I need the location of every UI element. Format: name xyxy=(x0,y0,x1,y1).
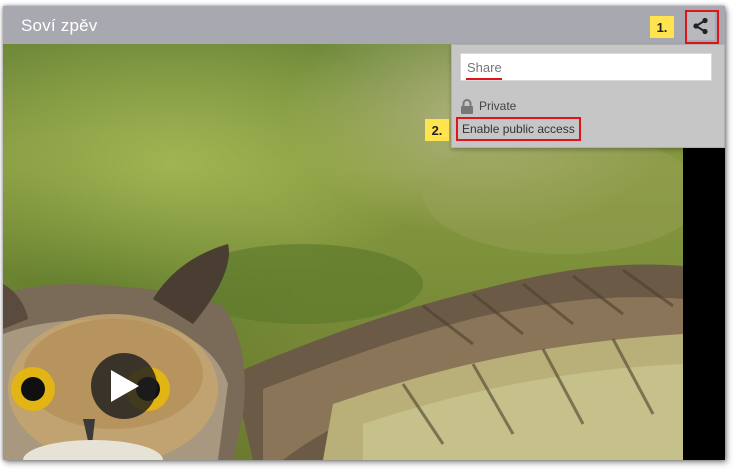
app-window: Soví zpěv 1. Share Private Enable public… xyxy=(3,6,725,460)
play-icon xyxy=(111,370,139,402)
title-bar: Soví zpěv xyxy=(3,6,725,44)
play-button[interactable] xyxy=(91,353,157,419)
privacy-status: Private xyxy=(460,98,516,114)
share-button[interactable] xyxy=(687,12,715,40)
step-badge-1: 1. xyxy=(650,16,674,38)
page-title: Soví zpěv xyxy=(21,16,98,35)
share-dropdown: Private Enable public access xyxy=(451,44,725,148)
step-badge-2: 2. xyxy=(425,119,449,141)
enable-public-access-link[interactable]: Enable public access xyxy=(456,117,581,141)
lock-icon xyxy=(461,98,473,114)
share-input[interactable] xyxy=(460,53,712,81)
share-input-underline xyxy=(466,78,502,80)
share-icon xyxy=(693,17,708,35)
privacy-label: Private xyxy=(479,99,517,113)
